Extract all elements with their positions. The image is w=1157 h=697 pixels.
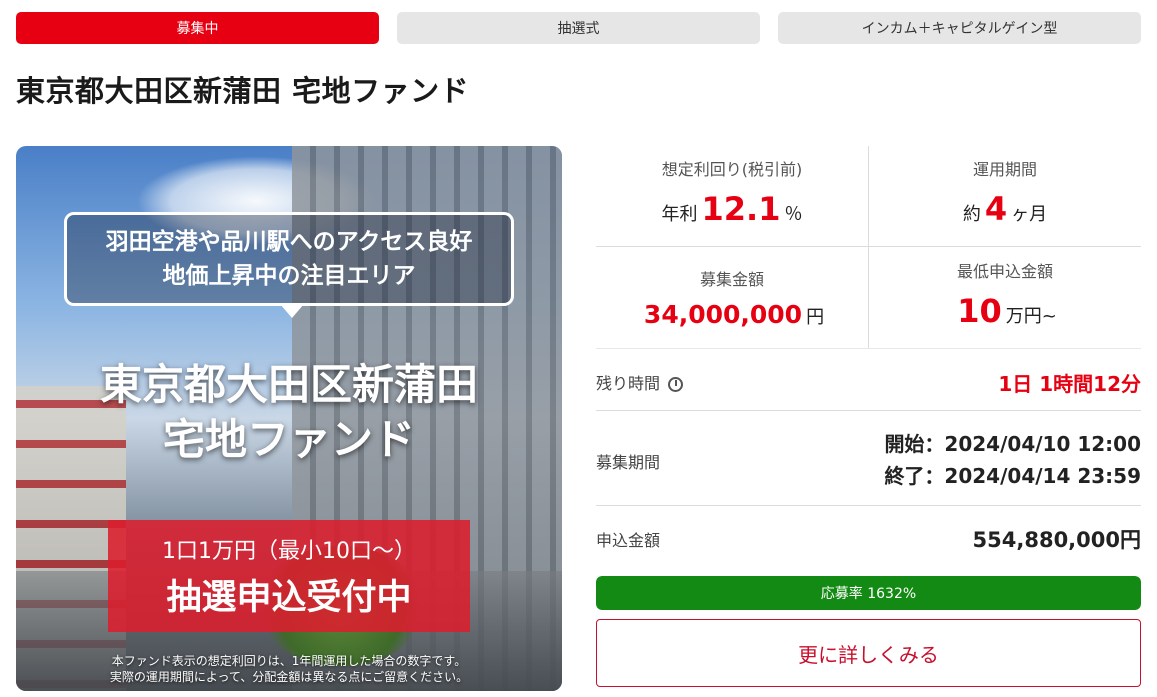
stat-prefix: 約 xyxy=(962,204,981,225)
hero-title: 東京都大田区新蒲田 宅地ファンド xyxy=(16,358,562,467)
stat-unit: ％ xyxy=(784,204,803,225)
hero-box-line2: 抽選申込受付中 xyxy=(166,577,412,618)
stat-label: 募集金額 xyxy=(699,270,764,289)
stat-label: 想定利回り(税引前) xyxy=(661,160,803,179)
hero-lottery-box: 1口1万円（最小10口～） 抽選申込受付中 xyxy=(108,520,470,632)
application-rate-text: 応募率 1632% xyxy=(820,586,917,602)
recruit-period-start: 開始：2024/04/10 12:00 xyxy=(884,432,1141,456)
lottery-badge: 抽選式 xyxy=(397,12,760,44)
stat-label: 運用期間 xyxy=(972,160,1037,179)
hero-bubble-line2: 地価上昇中の注目エリア xyxy=(162,263,416,289)
application-amount-value: 554,880,000円 xyxy=(972,528,1141,552)
stat-value: 34,000,000 xyxy=(643,300,803,329)
recruit-period-label: 募集期間 xyxy=(596,453,661,472)
stat-unit: 円 xyxy=(806,307,825,328)
hero-title-line2: 宅地ファンド xyxy=(162,414,415,464)
stat-unit: 万円~ xyxy=(1005,306,1057,327)
view-details-button[interactable]: 更に詳しくみる xyxy=(596,619,1141,687)
page-title: 東京都大田区新蒲田 宅地ファンド xyxy=(16,74,470,108)
clock-icon xyxy=(668,377,684,392)
hero-note-line1: 本ファンド表示の想定利回りは、1年間運用した場合の数字です。 xyxy=(111,653,467,668)
fund-type-badge: インカム＋キャピタルゲイン型 xyxy=(778,12,1141,44)
row-divider xyxy=(596,410,1141,411)
stat-value: 10 xyxy=(957,292,1002,330)
application-amount-label: 申込金額 xyxy=(596,531,661,550)
stat-expected-yield: 想定利回り(税引前) 年利 12.1 ％ xyxy=(596,156,868,228)
remaining-time-label-text: 残り時間 xyxy=(596,374,661,393)
hero-speech-bubble: 羽田空港や品川駅へのアクセス良好 地価上昇中の注目エリア xyxy=(64,212,514,306)
stat-prefix: 年利 xyxy=(661,204,698,225)
stat-value: 12.1 xyxy=(701,190,781,228)
stats-divider-horizontal xyxy=(596,246,1141,247)
row-divider xyxy=(596,505,1141,506)
stat-unit: ヶ月 xyxy=(1011,204,1048,225)
recruit-period-end: 終了：2024/04/14 23:59 xyxy=(884,464,1141,488)
remaining-time-value: 1日 1時間12分 xyxy=(998,372,1141,396)
stat-operation-period: 運用期間 約 4 ヶ月 xyxy=(869,156,1141,228)
hero-disclaimer: 本ファンド表示の想定利回りは、1年間運用した場合の数字です。 実際の運用期間によ… xyxy=(16,653,562,685)
stat-label: 最低申込金額 xyxy=(956,262,1053,281)
hero-note-line2: 実際の運用期間によって、分配金額は異なる点にご留意ください。 xyxy=(109,669,469,684)
stat-recruit-amount: 募集金額 34,000,000 円 xyxy=(596,266,868,329)
hero-title-line1: 東京都大田区新蒲田 xyxy=(99,360,478,409)
application-rate-progress: 応募率 1632% xyxy=(596,576,1141,610)
status-badge-recruiting: 募集中 xyxy=(16,12,379,44)
hero-bubble-line1: 羽田空港や品川駅へのアクセス良好 xyxy=(105,228,473,255)
recruit-period-value: 開始：2024/04/10 12:00 終了：2024/04/14 23:59 xyxy=(884,428,1141,492)
fund-hero-image: 羽田空港や品川駅へのアクセス良好 地価上昇中の注目エリア 東京都大田区新蒲田 宅… xyxy=(16,146,562,691)
stat-minimum-amount: 最低申込金額 10 万円~ xyxy=(869,258,1141,330)
remaining-time-label: 残り時間 xyxy=(596,370,684,394)
hero-box-line1: 1口1万円（最小10口～） xyxy=(162,538,416,564)
stat-value: 4 xyxy=(984,190,1008,228)
speech-bubble-tail xyxy=(280,304,304,318)
row-divider xyxy=(596,348,1141,349)
